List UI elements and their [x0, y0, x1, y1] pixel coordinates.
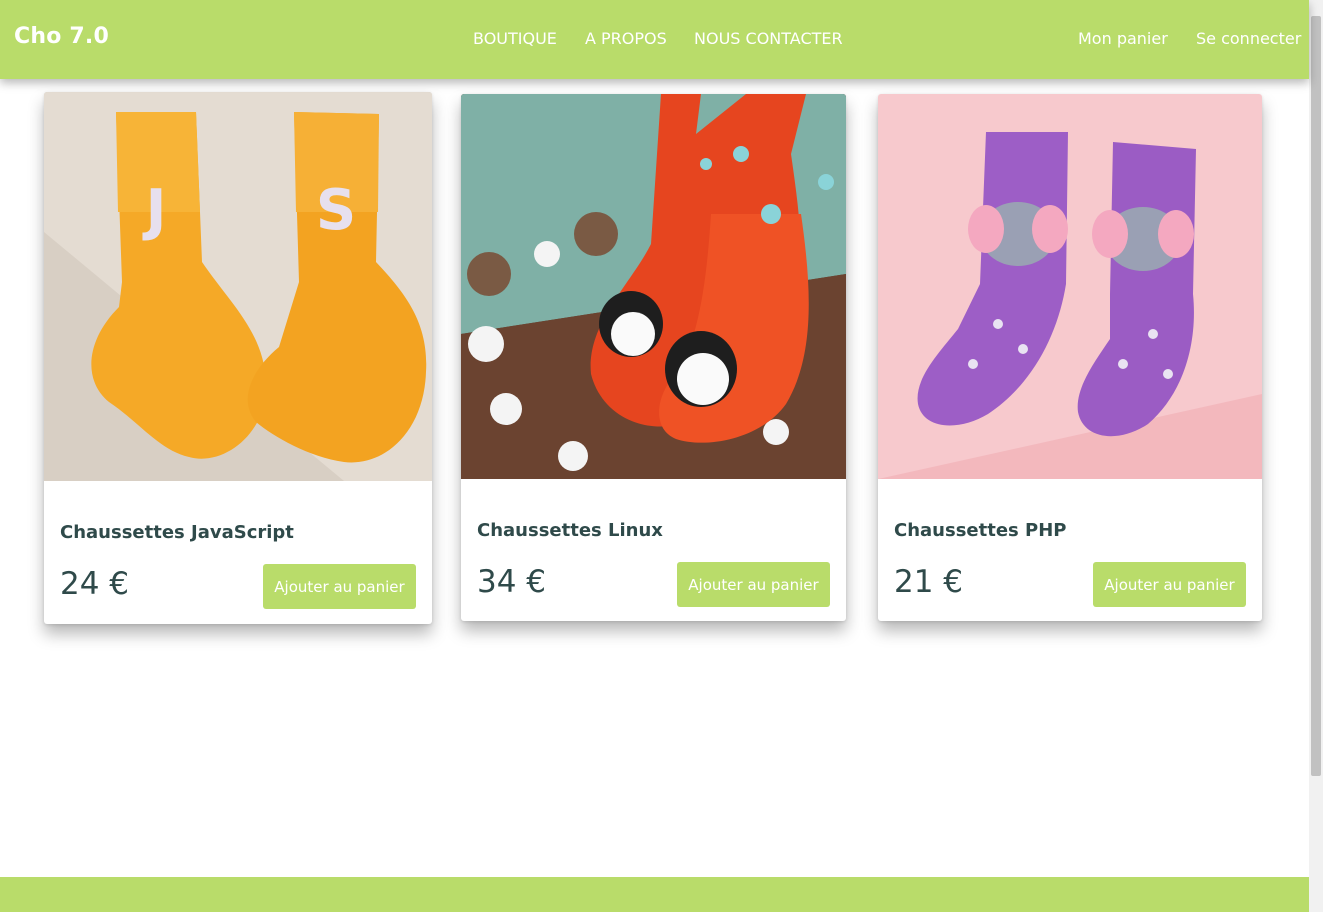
product-image — [461, 94, 846, 479]
product-image — [878, 94, 1262, 479]
nav-cart-link[interactable]: Mon panier — [1078, 29, 1168, 48]
scrollbar-thumb[interactable] — [1311, 16, 1321, 776]
add-to-cart-button[interactable]: Ajouter au panier — [263, 564, 416, 609]
nav-apropos-link[interactable]: A PROPOS — [585, 29, 667, 48]
svg-text:J: J — [142, 178, 167, 243]
brand-logo[interactable]: Cho 7.0 — [14, 24, 109, 49]
product-price: 34 € — [477, 564, 547, 600]
product-image: J S — [44, 92, 432, 481]
nav-boutique-link[interactable]: BOUTIQUE — [473, 29, 557, 48]
product-price: 21 € — [894, 564, 964, 600]
product-title: Chaussettes JavaScript — [60, 522, 294, 543]
product-card: J S Chaussettes JavaScript 24 € Ajouter … — [44, 92, 432, 624]
product-price: 24 € — [60, 566, 130, 602]
nav-login-link[interactable]: Se connecter — [1196, 29, 1301, 48]
svg-text:S: S — [316, 178, 356, 243]
add-to-cart-button[interactable]: Ajouter au panier — [677, 562, 830, 607]
scrollbar[interactable] — [1309, 0, 1323, 912]
product-card: Chaussettes PHP 21 € Ajouter au panier — [878, 94, 1262, 621]
product-card: Chaussettes Linux 34 € Ajouter au panier — [461, 94, 846, 621]
nav-contact-link[interactable]: NOUS CONTACTER — [694, 29, 843, 48]
top-navbar: Cho 7.0 BOUTIQUE A PROPOS NOUS CONTACTER… — [0, 0, 1309, 79]
product-title: Chaussettes PHP — [894, 520, 1067, 541]
product-title: Chaussettes Linux — [477, 520, 663, 541]
footer — [0, 877, 1309, 912]
add-to-cart-button[interactable]: Ajouter au panier — [1093, 562, 1246, 607]
